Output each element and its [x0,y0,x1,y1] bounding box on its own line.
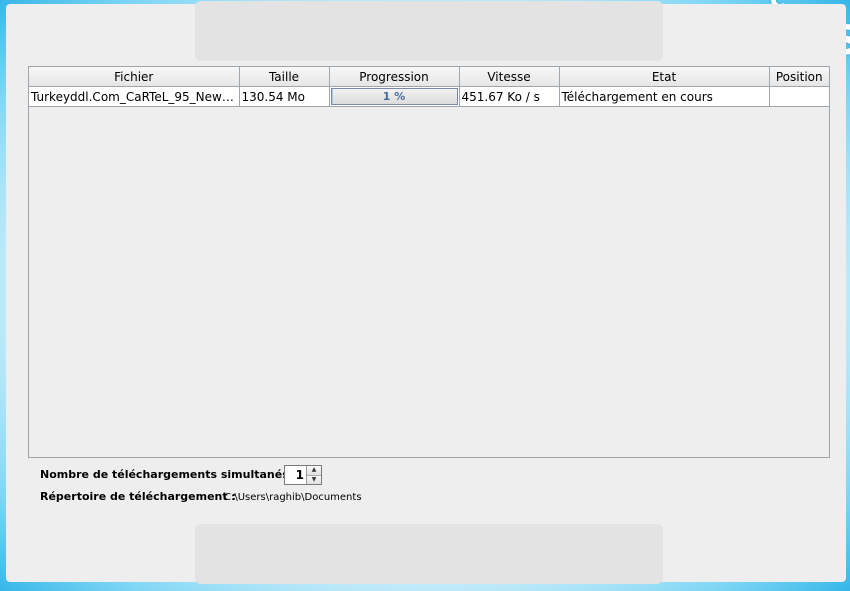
ad-banner-bottom [195,524,663,584]
cell-vitesse[interactable]: 451.67 Ko / s [459,86,560,107]
spinner-buttons: ▲ ▼ [306,466,321,484]
simultaneous-downloads-label: Nombre de téléchargements simultanés : [40,468,297,481]
cell-etat[interactable]: Téléchargement en cours [559,86,770,107]
downloads-table: Fichier Taille Progression Vitesse Etat … [28,66,830,458]
chevron-up-icon[interactable]: ▲ [307,466,321,475]
ad-banner-top [195,1,663,61]
column-header-progression[interactable]: Progression [329,67,460,87]
cell-fichier[interactable]: Turkeyddl.Com_CaRTeL_95_New_... [29,86,240,107]
table-row[interactable]: Turkeyddl.Com_CaRTeL_95_New_... 130.54 M… [29,86,829,107]
column-header-vitesse[interactable]: Vitesse [459,67,560,87]
spinner-value[interactable]: 1 [285,466,306,484]
cell-taille[interactable]: 130.54 Mo [239,86,330,107]
column-header-fichier[interactable]: Fichier [29,67,240,87]
simultaneous-downloads-spinner[interactable]: 1 ▲ ▼ [284,465,322,485]
download-directory-path[interactable]: C:\Users\raghib\Documents [224,492,362,503]
cell-progression[interactable]: 1 % [329,86,460,107]
column-header-taille[interactable]: Taille [239,67,330,87]
progress-label: 1 % [382,90,406,103]
cell-position[interactable] [769,86,829,107]
column-header-position[interactable]: Position [769,67,829,87]
table-header-row: Fichier Taille Progression Vitesse Etat … [29,67,829,87]
chevron-down-icon[interactable]: ▼ [307,474,321,484]
download-directory-label: Répertoire de téléchargement : [40,490,236,503]
progress-bar: 1 % [330,88,458,105]
column-header-etat[interactable]: Etat [559,67,770,87]
